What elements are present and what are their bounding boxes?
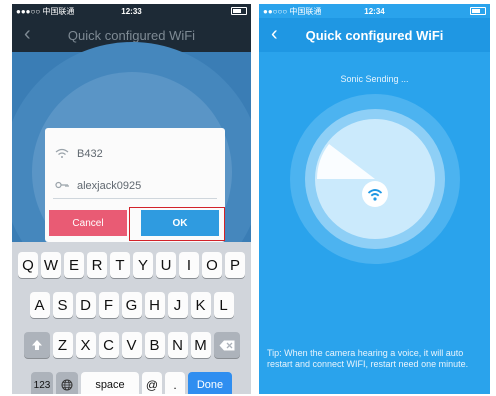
cancel-button[interactable]: Cancel [49,210,127,236]
keyboard: Q W E R T Y U I O P A S D F G H J K L Z [12,242,251,394]
key-l[interactable]: L [213,292,234,318]
key-y[interactable]: Y [133,252,153,278]
at-key[interactable]: @ [142,372,162,394]
sending-status: Sonic Sending ... [340,74,409,84]
shift-key[interactable] [23,332,50,358]
key-e[interactable]: E [64,252,84,278]
status-bar: ●●○○○ 中国联通 12:34 [259,4,490,18]
ok-button[interactable]: OK [141,210,219,236]
key-q[interactable]: Q [18,252,38,278]
globe-icon [61,379,73,391]
battery-icon [231,7,247,15]
key-p[interactable]: P [225,252,245,278]
keyboard-row-4: 123 space @ . Done [12,372,251,394]
key-v[interactable]: V [121,332,142,358]
delete-icon [219,340,234,350]
key-k[interactable]: K [190,292,211,318]
status-time: 12:33 [121,6,142,16]
dot-key[interactable]: . [165,372,185,394]
key-j[interactable]: J [167,292,188,318]
status-bar: ●●●○○ 中国联通 12:33 [12,4,251,18]
key-s[interactable]: S [52,292,73,318]
keyboard-row-1: Q W E R T Y U I O P [12,252,251,278]
radar-sweep [317,144,375,179]
page-title: Quick configured WiFi [305,27,444,43]
keyboard-row-2: A S D F G H J K L [12,292,251,318]
key-x[interactable]: X [75,332,96,358]
key-h[interactable]: H [144,292,165,318]
key-d[interactable]: D [75,292,96,318]
globe-key[interactable] [56,372,78,394]
password-value: alexjack0925 [77,180,142,192]
key-b[interactable]: B [144,332,165,358]
shift-icon [31,340,42,350]
keyboard-row-3: Z X C V B N M [12,332,251,358]
nav-bar: ‹ Quick configured WiFi [259,18,490,52]
status-time: 12:34 [364,6,385,16]
space-key[interactable]: space [81,372,139,394]
wifi-dialog: B432 alexjack0925 Cancel OK [45,128,225,242]
left-phone-screen: ●●●○○ 中国联通 12:33 ‹ Quick configured WiFi… [12,4,251,394]
key-a[interactable]: A [29,292,50,318]
right-phone-screen: ●●○○○ 中国联通 12:34 ‹ Quick configured WiFi… [259,4,490,394]
key-m[interactable]: M [190,332,211,358]
delete-key[interactable] [213,332,240,358]
back-arrow-icon[interactable]: ‹ [24,23,31,45]
key-n[interactable]: N [167,332,188,358]
battery-icon [470,7,486,15]
back-arrow-icon[interactable]: ‹ [271,23,278,45]
wifi-icon [367,188,383,201]
key-i[interactable]: I [179,252,199,278]
key-icon [53,180,71,192]
done-key[interactable]: Done [188,372,232,394]
password-field[interactable]: alexjack0925 [53,174,217,199]
key-c[interactable]: C [98,332,119,358]
page-title: Quick configured WiFi [67,27,196,43]
ssid-value: B432 [77,148,103,160]
numbers-key[interactable]: 123 [31,372,53,394]
key-z[interactable]: Z [52,332,73,358]
tip-text: Tip: When the camera hearing a voice, it… [267,348,469,369]
key-o[interactable]: O [202,252,222,278]
wifi-icon [53,148,71,161]
wifi-center-icon [362,181,388,207]
key-f[interactable]: F [98,292,119,318]
radar-inner-disc [315,119,435,239]
key-w[interactable]: W [41,252,61,278]
ssid-field[interactable]: B432 [53,142,217,166]
key-g[interactable]: G [121,292,142,318]
key-t[interactable]: T [110,252,130,278]
key-u[interactable]: U [156,252,176,278]
key-r[interactable]: R [87,252,107,278]
